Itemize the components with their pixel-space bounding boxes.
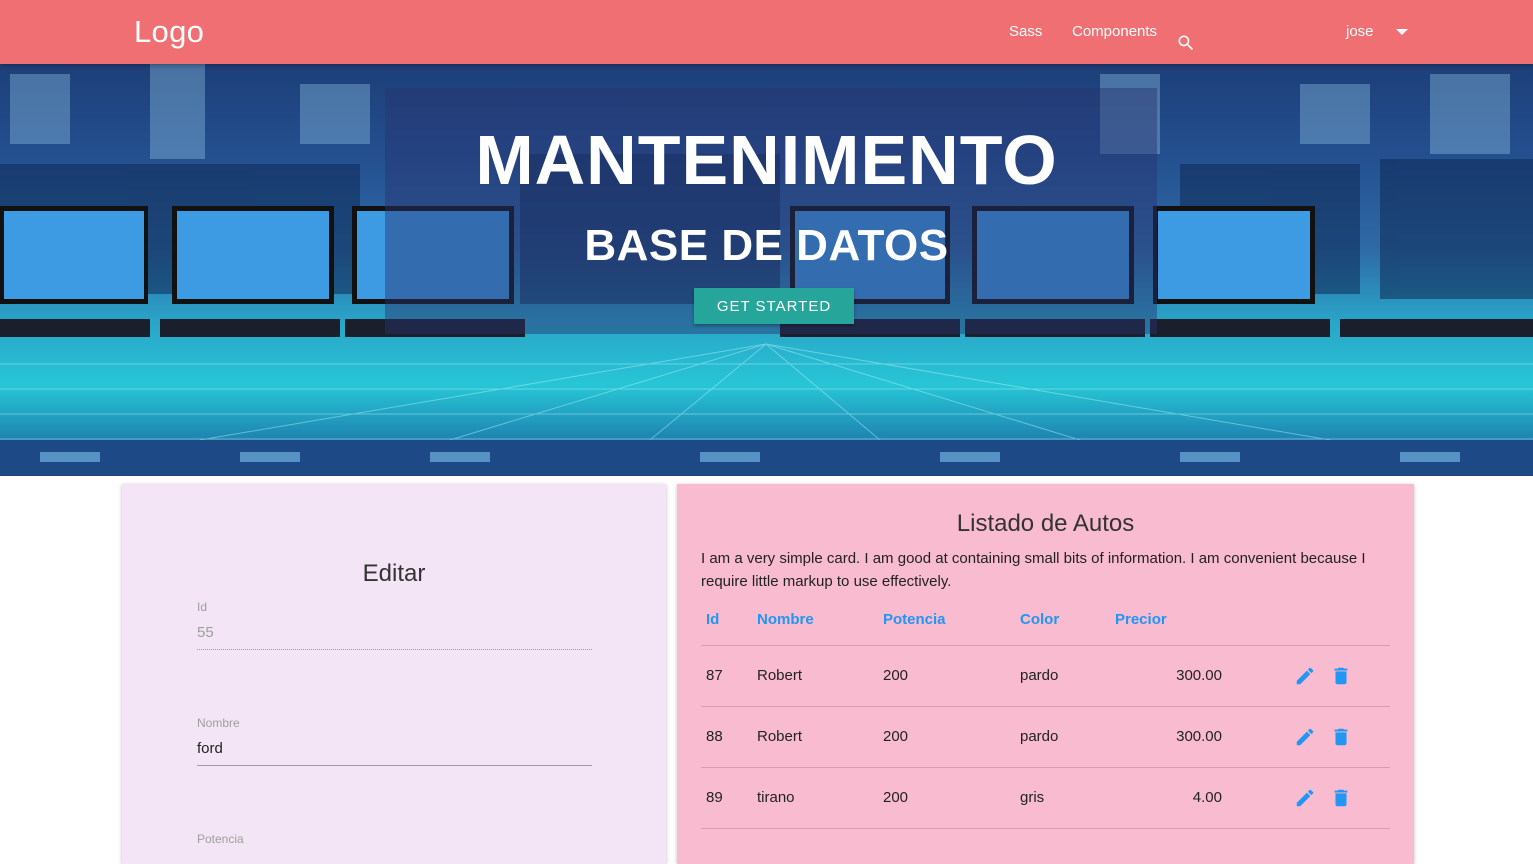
- cell-actions: [1222, 767, 1390, 829]
- trash-icon[interactable]: [1330, 787, 1352, 809]
- edit-card-title: Editar: [362, 560, 426, 587]
- navbar: Logo Sass Components jose: [0, 0, 1533, 64]
- nav-link-components[interactable]: Components: [1072, 23, 1157, 40]
- cell-precio: 300.00: [1115, 645, 1222, 707]
- user-menu[interactable]: jose: [1346, 23, 1374, 40]
- get-started-button[interactable]: GET STARTED: [694, 288, 854, 324]
- edit-card: Editar Id Nombre Potencia: [122, 484, 666, 864]
- header-color: Color: [1020, 594, 1115, 646]
- cell-nombre: Robert: [757, 706, 883, 768]
- header-potencia: Potencia: [883, 594, 1020, 646]
- pencil-icon[interactable]: [1294, 665, 1316, 687]
- cell-color: pardo: [1020, 645, 1115, 707]
- header-id: Id: [701, 594, 757, 646]
- trash-icon[interactable]: [1330, 726, 1352, 748]
- pencil-icon[interactable]: [1294, 726, 1316, 748]
- table-row: 87 Robert 200 pardo 300.00: [701, 645, 1390, 707]
- list-card-title: Listado de Autos: [956, 510, 1135, 537]
- table-header-row: Id Nombre Potencia Color Precior: [701, 594, 1390, 646]
- list-card-description: I am a very simple card. I am good at co…: [701, 550, 1366, 590]
- header-nombre: Nombre: [757, 594, 883, 646]
- cell-id: 88: [701, 706, 757, 768]
- cell-actions: [1222, 645, 1390, 707]
- cell-precio: 300.00: [1115, 706, 1222, 768]
- cell-potencia: 200: [883, 706, 1020, 768]
- cell-id: 89: [701, 767, 757, 829]
- header-actions: [1222, 594, 1390, 646]
- cell-nombre: Robert: [757, 645, 883, 707]
- id-field[interactable]: [197, 616, 592, 650]
- header-precio: Precior: [1115, 594, 1222, 646]
- nombre-label: Nombre: [197, 716, 240, 730]
- nav-link-sass[interactable]: Sass: [1009, 23, 1042, 40]
- potencia-label: Potencia: [197, 832, 244, 846]
- cell-potencia: 200: [883, 767, 1020, 829]
- hero-subtitle: BASE DE DATOS: [584, 221, 949, 270]
- cell-nombre: tirano: [757, 767, 883, 829]
- list-card: Listado de Autos I am a very simple card…: [677, 484, 1414, 864]
- autos-table: Id Nombre Potencia Color Precior 87 Robe…: [701, 594, 1390, 829]
- cell-actions: [1222, 706, 1390, 768]
- nombre-field[interactable]: [197, 732, 592, 766]
- cell-potencia: 200: [883, 645, 1020, 707]
- logo[interactable]: Logo: [134, 14, 204, 50]
- id-label: Id: [197, 600, 208, 614]
- search-icon[interactable]: [1176, 33, 1196, 53]
- hero-banner: MANTENIMENTO BASE DE DATOS GET STARTED: [0, 64, 1533, 476]
- pencil-icon[interactable]: [1294, 787, 1316, 809]
- cell-color: pardo: [1020, 706, 1115, 768]
- caret-down-icon[interactable]: [1396, 29, 1408, 35]
- cell-color: gris: [1020, 767, 1115, 829]
- table-row: 89 tirano 200 gris 4.00: [701, 767, 1390, 829]
- trash-icon[interactable]: [1330, 665, 1352, 687]
- cell-precio: 4.00: [1115, 767, 1222, 829]
- cell-id: 87: [701, 645, 757, 707]
- hero-title: MANTENIMENTO: [475, 121, 1058, 199]
- table-row: 88 Robert 200 pardo 300.00: [701, 706, 1390, 768]
